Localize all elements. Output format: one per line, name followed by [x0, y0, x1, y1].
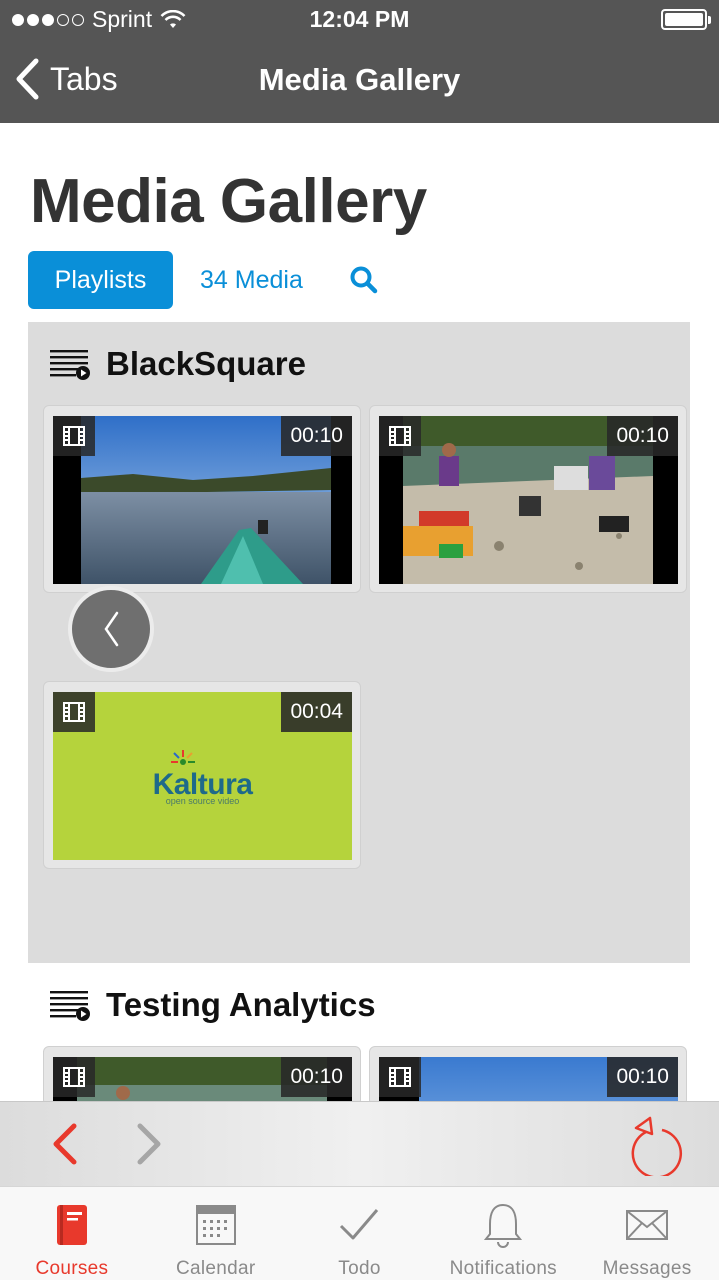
- media-card[interactable]: 00:10: [369, 405, 687, 593]
- status-time: 12:04 PM: [309, 6, 410, 32]
- playlist-name: Testing Analytics: [106, 986, 376, 1023]
- media-duration: 00:10: [607, 416, 678, 456]
- notifications-icon: [483, 1201, 523, 1248]
- media-card[interactable]: Kaltura open source video 00:04: [43, 681, 361, 869]
- tab-calendar[interactable]: Calendar: [144, 1187, 288, 1280]
- tab-playlists[interactable]: Playlists: [28, 251, 173, 309]
- carousel-previous-button[interactable]: [68, 586, 154, 672]
- media-thumbnail: 00:10: [53, 416, 352, 584]
- video-icon: [379, 416, 421, 456]
- page-title: Media Gallery: [30, 167, 427, 236]
- todo-icon: [338, 1201, 380, 1248]
- media-duration: 00:10: [607, 1057, 678, 1097]
- chevron-right-icon: [137, 1123, 161, 1165]
- top-bar: Sprint 12:04 PM Tabs Media Gallery: [0, 0, 719, 123]
- browser-reload-button[interactable]: [624, 1114, 684, 1181]
- courses-icon: [53, 1201, 91, 1248]
- media-card[interactable]: 00:10: [43, 1046, 361, 1106]
- tab-todo[interactable]: Todo: [288, 1187, 432, 1280]
- browser-forward-button[interactable]: [132, 1122, 166, 1171]
- chevron-left-icon: [53, 1123, 77, 1165]
- nav-bar: Tabs Media Gallery: [0, 40, 719, 123]
- video-icon: [53, 416, 95, 456]
- reload-icon: [631, 1116, 683, 1179]
- tab-messages[interactable]: Messages: [575, 1187, 719, 1280]
- playlist-header[interactable]: Testing Analytics: [50, 986, 376, 1024]
- tab-label: Notifications: [449, 1258, 557, 1279]
- browser-toolbar: [0, 1101, 719, 1186]
- media-card[interactable]: 00:10: [369, 1046, 687, 1106]
- status-bar: Sprint 12:04 PM: [0, 0, 719, 40]
- tab-courses[interactable]: Courses: [0, 1187, 144, 1280]
- media-duration: 00:04: [281, 692, 352, 732]
- tab-label: Messages: [602, 1258, 692, 1279]
- tab-notifications[interactable]: Notifications: [431, 1187, 575, 1280]
- playlist-header[interactable]: BlackSquare: [50, 345, 306, 383]
- media-thumbnail: Kaltura open source video 00:04: [53, 692, 352, 860]
- media-thumbnail: 00:10: [379, 1057, 678, 1105]
- video-icon: [53, 692, 95, 732]
- tab-media[interactable]: 34 Media: [200, 266, 303, 295]
- chevron-left-icon: [104, 611, 119, 647]
- tab-label: Courses: [35, 1258, 109, 1279]
- kaltura-tagline: open source video: [165, 796, 240, 806]
- search-button[interactable]: [349, 265, 379, 295]
- messages-icon: [625, 1201, 669, 1248]
- tab-label: Calendar: [175, 1258, 256, 1279]
- calendar-icon: [195, 1201, 237, 1248]
- gallery-tabs: Playlists 34 Media: [28, 251, 379, 309]
- nav-title: Media Gallery: [258, 62, 461, 97]
- tab-label: Todo: [338, 1258, 381, 1279]
- tab-bar: Courses Calendar Todo Notifications Mess…: [0, 1186, 719, 1280]
- media-duration: 00:10: [281, 1057, 352, 1097]
- playlist-icon: [50, 991, 90, 1021]
- video-icon: [53, 1057, 95, 1097]
- playlist-icon: [50, 350, 90, 380]
- playlist-name: BlackSquare: [106, 345, 306, 382]
- search-icon: [350, 266, 378, 294]
- media-card[interactable]: 00:10: [43, 405, 361, 593]
- media-thumbnail: 00:10: [53, 1057, 352, 1105]
- media-duration: 00:10: [281, 416, 352, 456]
- battery-icon: [661, 9, 711, 30]
- media-thumbnail: 00:10: [379, 416, 678, 584]
- browser-back-button[interactable]: [48, 1122, 82, 1171]
- video-icon: [379, 1057, 421, 1097]
